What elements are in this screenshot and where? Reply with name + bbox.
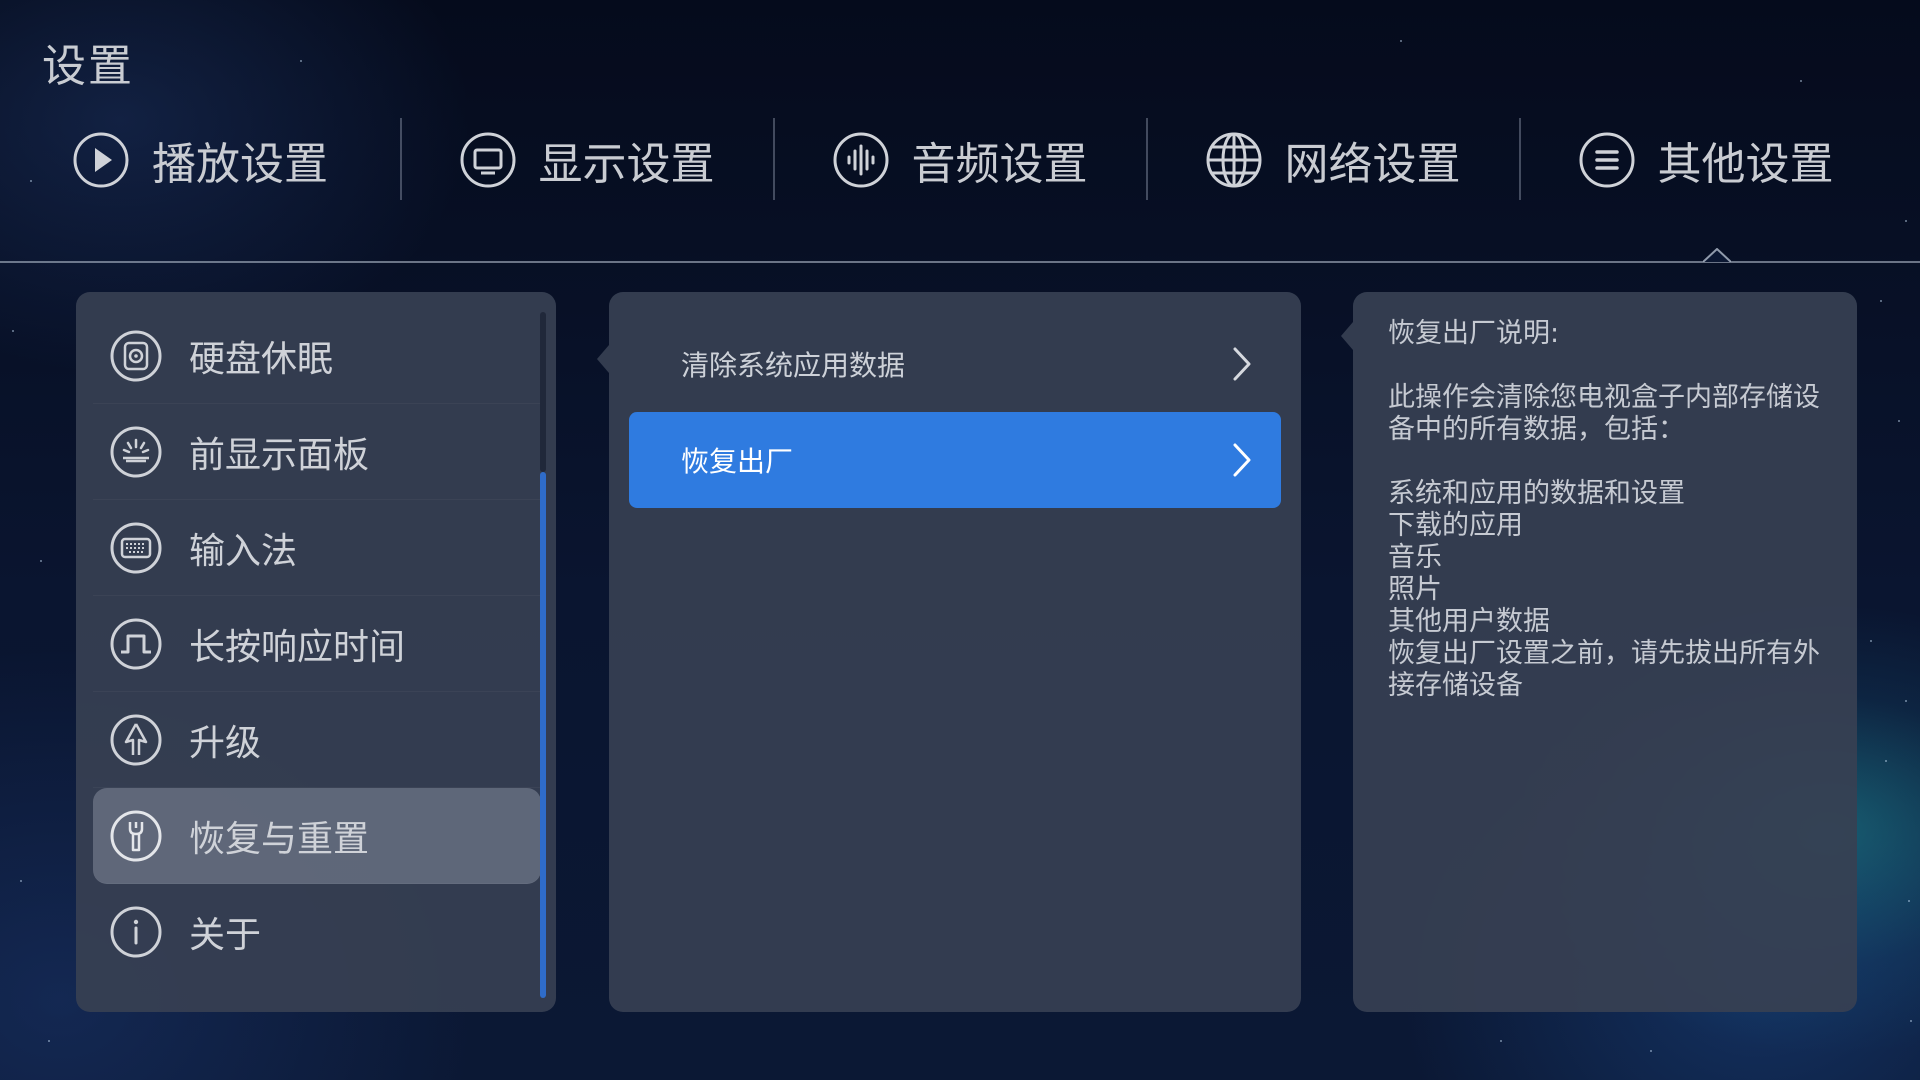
description-item: 音乐 — [1388, 542, 1442, 573]
factory-reset-description: 恢复出厂说明: 此操作会清除您电视盒子内部存储设备中的所有数据，包括： 系统和应… — [1388, 318, 1838, 702]
sidebar-item-long-press-time[interactable]: 长按响应时间 — [93, 596, 541, 692]
chevron-right-icon — [1233, 443, 1251, 477]
scrollbar-thumb[interactable] — [540, 472, 546, 998]
sidebar-item-label: 关于 — [189, 915, 262, 956]
tab-label: 其他设置 — [1657, 139, 1834, 190]
wrench-icon — [110, 810, 162, 861]
tab-display-settings[interactable]: 显示设置 — [400, 102, 773, 218]
tab-audio-settings[interactable]: 音频设置 — [773, 102, 1146, 218]
description-panel: 恢复出厂说明: 此操作会清除您电视盒子内部存储设备中的所有数据，包括： 系统和应… — [1353, 292, 1857, 1012]
option-factory-reset[interactable]: 恢复出厂 — [629, 412, 1281, 508]
pulse-icon — [110, 618, 162, 669]
sidebar-item-label: 长按响应时间 — [189, 626, 406, 668]
tab-network-settings[interactable]: 网络设置 — [1146, 102, 1519, 218]
menu-icon — [1579, 132, 1634, 188]
description-heading: 恢复出厂说明: — [1388, 318, 1560, 349]
sidebar-item-label: 前显示面板 — [189, 434, 370, 476]
description-intro: 此操作会清除您电视盒子内部存储设备中的所有数据，包括： — [1388, 382, 1820, 445]
front-panel-icon — [110, 426, 162, 477]
description-item: 照片 — [1388, 574, 1442, 605]
option-label: 清除系统应用数据 — [681, 349, 906, 382]
tab-label: 显示设置 — [538, 139, 715, 190]
tab-label: 音频设置 — [911, 139, 1088, 190]
sidebar-panel: 硬盘休眠 前显示面板 输入法 长按响应时间 升级 恢复与重置 关于 — [76, 292, 556, 1012]
options-panel: 清除系统应用数据 恢复出厂 — [609, 292, 1301, 1012]
sidebar-item-restore-reset[interactable]: 恢复与重置 — [93, 788, 541, 884]
play-icon — [73, 132, 129, 188]
option-label: 恢复出厂 — [681, 445, 794, 478]
globe-icon — [1206, 132, 1261, 188]
keyboard-icon — [110, 522, 162, 573]
tab-play-settings[interactable]: 播放设置 — [0, 102, 400, 218]
mid-panel-pointer — [597, 345, 609, 373]
description-item: 系统和应用的数据和设置 — [1388, 478, 1685, 509]
chevron-right-icon — [1233, 347, 1251, 381]
sidebar-item-front-panel[interactable]: 前显示面板 — [93, 404, 541, 500]
sidebar-item-label: 输入法 — [189, 530, 298, 572]
sidebar-item-label: 恢复与重置 — [189, 818, 370, 860]
info-icon — [110, 906, 162, 958]
page-title: 设置 — [42, 41, 134, 92]
sidebar-item-harddisk-sleep[interactable]: 硬盘休眠 — [93, 308, 541, 404]
sidebar-item-input-method[interactable]: 输入法 — [93, 500, 541, 596]
top-tab-bar: 播放设置 显示设置 音频设置 网络设置 其他设置 — [0, 102, 1920, 218]
sidebar-item-label: 升级 — [189, 722, 262, 764]
upgrade-icon — [110, 714, 162, 765]
tab-label: 网络设置 — [1284, 139, 1461, 190]
description-item: 其他用户数据 — [1388, 606, 1550, 637]
sidebar-item-label: 硬盘休眠 — [189, 338, 334, 380]
harddisk-icon — [110, 330, 162, 381]
tab-other-settings[interactable]: 其他设置 — [1519, 102, 1892, 218]
sidebar-scrollbar[interactable] — [540, 312, 546, 998]
audio-icon — [833, 132, 888, 188]
desc-panel-pointer — [1341, 322, 1353, 350]
sidebar-item-upgrade[interactable]: 升级 — [93, 692, 541, 788]
sidebar-list: 硬盘休眠 前显示面板 输入法 长按响应时间 升级 恢复与重置 关于 — [93, 308, 616, 980]
option-clear-system-app-data[interactable]: 清除系统应用数据 — [629, 316, 1281, 412]
selected-tab-indicator — [1703, 248, 1731, 262]
tab-divider — [0, 261, 1920, 263]
sidebar-item-about[interactable]: 关于 — [93, 884, 541, 980]
tab-label: 播放设置 — [152, 139, 328, 190]
description-note: 恢复出厂设置之前，请先拔出所有外接存储设备 — [1388, 638, 1820, 701]
description-item: 下载的应用 — [1388, 510, 1523, 541]
display-icon — [460, 132, 515, 188]
